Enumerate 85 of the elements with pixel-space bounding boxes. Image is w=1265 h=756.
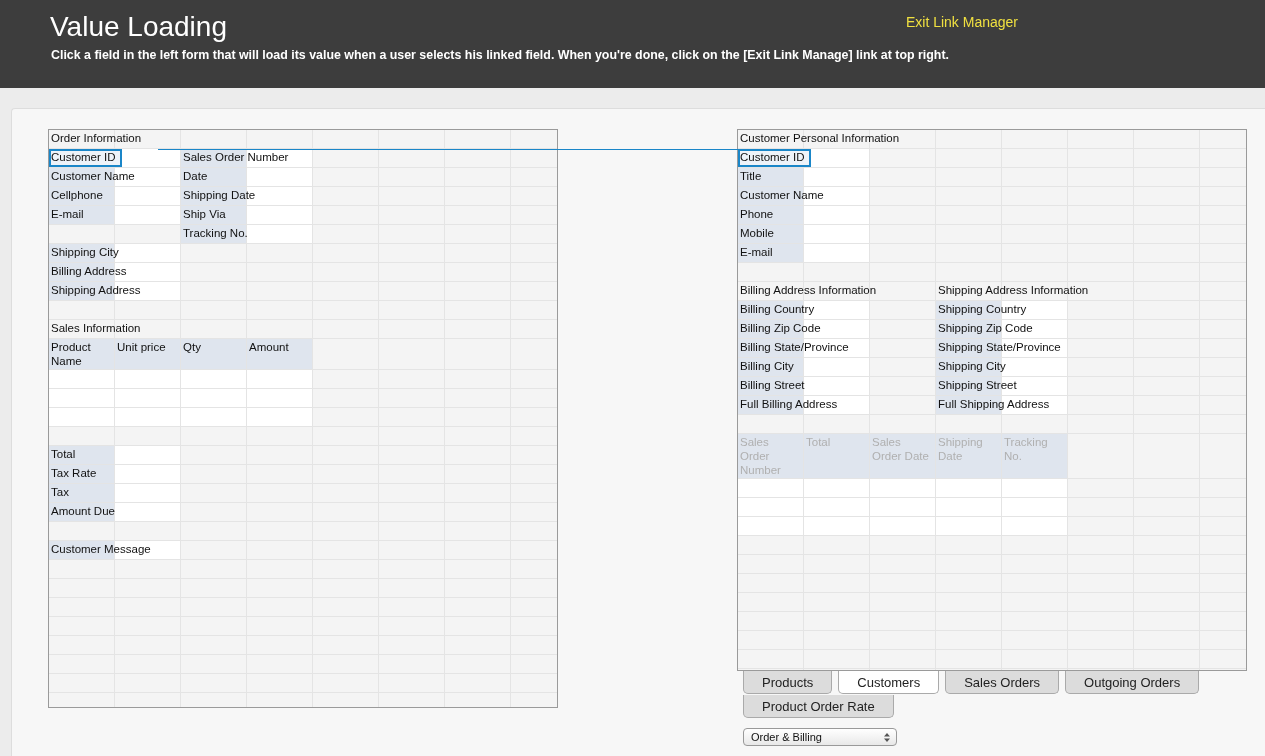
- input-field[interactable]: [738, 479, 804, 497]
- field-label[interactable]: Billing Address: [49, 263, 181, 281]
- tab[interactable]: Product Order Rate: [743, 695, 894, 718]
- field-label[interactable]: Shipping State/Province: [936, 339, 1068, 357]
- tab[interactable]: Customers: [838, 671, 940, 694]
- field-label[interactable]: Billing Street: [738, 377, 870, 395]
- field-label[interactable]: Mobile: [738, 225, 870, 243]
- tab[interactable]: Outgoing Orders: [1065, 671, 1200, 694]
- page-title: Value Loading: [50, 10, 227, 44]
- input-field[interactable]: [804, 498, 870, 516]
- field-label[interactable]: Shipping City: [936, 358, 1068, 376]
- input-field[interactable]: [247, 370, 313, 388]
- field-label[interactable]: Ship Via: [181, 206, 313, 224]
- field-label[interactable]: Tax Rate: [49, 465, 181, 483]
- column-header: Total: [804, 434, 870, 478]
- column-header: Qty: [181, 339, 247, 369]
- field-label[interactable]: E-mail: [738, 244, 870, 262]
- column-header: Shipping Date: [936, 434, 1002, 478]
- field-label[interactable]: Customer Name: [49, 168, 181, 186]
- updown-icon: [884, 732, 890, 742]
- section-title: Order Information: [50, 131, 143, 146]
- field-label[interactable]: Customer Name: [738, 187, 870, 205]
- field-label[interactable]: Shipping Address: [49, 282, 181, 300]
- column-header: Tracking No.: [1002, 434, 1068, 478]
- field-label[interactable]: Shipping Zip Code: [936, 320, 1068, 338]
- column-header: Unit price: [115, 339, 181, 369]
- input-field[interactable]: [936, 517, 1002, 535]
- input-field[interactable]: [181, 370, 247, 388]
- field-label[interactable]: Billing State/Province: [738, 339, 870, 357]
- field-label[interactable]: Billing Country: [738, 301, 870, 319]
- input-field[interactable]: [49, 389, 115, 407]
- input-field[interactable]: [1002, 479, 1068, 497]
- field-label[interactable]: Title: [738, 168, 870, 186]
- input-field[interactable]: [738, 498, 804, 516]
- field-label[interactable]: Shipping City: [49, 244, 181, 262]
- field-label[interactable]: Billing City: [738, 358, 870, 376]
- input-field[interactable]: [115, 389, 181, 407]
- input-field[interactable]: [804, 517, 870, 535]
- view-dropdown[interactable]: Order & Billing: [743, 728, 897, 746]
- input-field[interactable]: [181, 408, 247, 426]
- field-label[interactable]: Total: [49, 446, 181, 464]
- section-title: Shipping Address Information: [937, 283, 1090, 298]
- input-field[interactable]: [804, 479, 870, 497]
- field-label[interactable]: Customer Message: [49, 541, 181, 559]
- input-field[interactable]: [1002, 498, 1068, 516]
- section-title: Sales Information: [50, 321, 142, 336]
- section-title: Customer Personal Information: [739, 131, 901, 146]
- input-field[interactable]: [181, 389, 247, 407]
- input-field[interactable]: [738, 517, 804, 535]
- column-header: Amount: [247, 339, 313, 369]
- field-label[interactable]: Tracking No.: [181, 225, 313, 243]
- field-label[interactable]: Customer ID: [49, 149, 181, 167]
- field-label[interactable]: Shipping Country: [936, 301, 1068, 319]
- input-field[interactable]: [247, 389, 313, 407]
- field-label[interactable]: Shipping Street: [936, 377, 1068, 395]
- column-header: Sales Order Number: [738, 434, 804, 478]
- input-field[interactable]: [49, 408, 115, 426]
- field-label[interactable]: Phone: [738, 206, 870, 224]
- input-field[interactable]: [115, 408, 181, 426]
- exit-link[interactable]: Exit Link Manager: [905, 14, 1018, 30]
- input-field[interactable]: [115, 370, 181, 388]
- input-field[interactable]: [870, 517, 936, 535]
- column-header: Sales Order Date: [870, 434, 936, 478]
- input-field[interactable]: [936, 479, 1002, 497]
- field-label[interactable]: Customer ID: [738, 149, 870, 167]
- tab[interactable]: Sales Orders: [945, 671, 1060, 694]
- field-label[interactable]: E-mail: [49, 206, 181, 224]
- field-label[interactable]: Date: [181, 168, 313, 186]
- field-label[interactable]: Cellphone: [49, 187, 181, 205]
- instructions-text: Click a field in the left form that will load its value when a user selects his linked field. When you're done, click on the [Exit Link Manage] link at top right.: [51, 48, 950, 62]
- input-field[interactable]: [870, 498, 936, 516]
- field-label[interactable]: Amount Due: [49, 503, 181, 521]
- column-header: Product Name: [49, 339, 115, 369]
- field-label[interactable]: Full Billing Address: [738, 396, 870, 414]
- input-field[interactable]: [1002, 517, 1068, 535]
- input-field[interactable]: [247, 408, 313, 426]
- field-label[interactable]: Tax: [49, 484, 181, 502]
- input-field[interactable]: [870, 479, 936, 497]
- input-field[interactable]: [49, 370, 115, 388]
- section-title: Billing Address Information: [739, 283, 878, 298]
- input-field[interactable]: [936, 498, 1002, 516]
- tab[interactable]: Products: [743, 671, 833, 694]
- field-label[interactable]: Shipping Date: [181, 187, 313, 205]
- field-label[interactable]: Full Shipping Address: [936, 396, 1068, 414]
- field-label[interactable]: Billing Zip Code: [738, 320, 870, 338]
